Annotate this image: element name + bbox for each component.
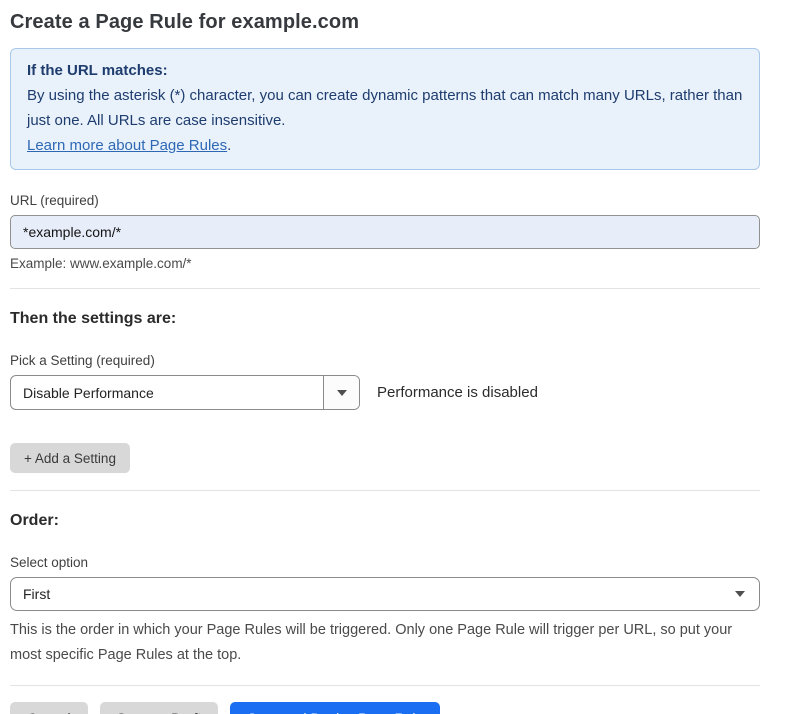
info-box-body: By using the asterisk (*) character, you…: [27, 83, 743, 133]
setting-status-text: Performance is disabled: [377, 384, 538, 401]
link-suffix: .: [227, 137, 231, 154]
divider: [10, 490, 760, 491]
setting-select-value: Disable Performance: [11, 385, 323, 401]
settings-section-heading: Then the settings are:: [10, 310, 760, 328]
order-select-value: First: [11, 586, 735, 602]
url-label: URL (required): [10, 193, 760, 208]
create-page-rule-form: Create a Page Rule for example.com If th…: [0, 0, 790, 714]
learn-more-link[interactable]: Learn more about Page Rules: [27, 137, 227, 154]
setting-select[interactable]: Disable Performance: [10, 375, 360, 410]
caret-down-icon: [337, 390, 347, 396]
cancel-button[interactable]: Cancel: [10, 702, 88, 714]
caret-down-icon: [323, 376, 359, 409]
divider: [10, 288, 760, 289]
pick-setting-label: Pick a Setting (required): [10, 353, 760, 368]
order-select[interactable]: First: [10, 577, 760, 611]
save-and-deploy-button[interactable]: Save and Deploy Page Rule: [230, 702, 440, 714]
info-box-link-line: Learn more about Page Rules.: [27, 137, 231, 154]
caret-down-icon: [735, 591, 745, 597]
page-title: Create a Page Rule for example.com: [10, 11, 760, 34]
url-match-info-box: If the URL matches: By using the asteris…: [10, 48, 760, 170]
form-actions: Cancel Save as Draft Save and Deploy Pag…: [10, 702, 760, 714]
url-example-hint: Example: www.example.com/*: [10, 256, 760, 271]
add-setting-button[interactable]: + Add a Setting: [10, 443, 130, 473]
order-select-label: Select option: [10, 555, 760, 570]
divider: [10, 685, 760, 686]
url-input[interactable]: [10, 215, 760, 249]
order-section-heading: Order:: [10, 512, 760, 530]
order-help-text: This is the order in which your Page Rul…: [10, 618, 760, 668]
info-box-heading: If the URL matches:: [27, 58, 743, 83]
save-as-draft-button[interactable]: Save as Draft: [100, 702, 219, 714]
setting-row: Disable Performance Performance is disab…: [10, 375, 760, 410]
